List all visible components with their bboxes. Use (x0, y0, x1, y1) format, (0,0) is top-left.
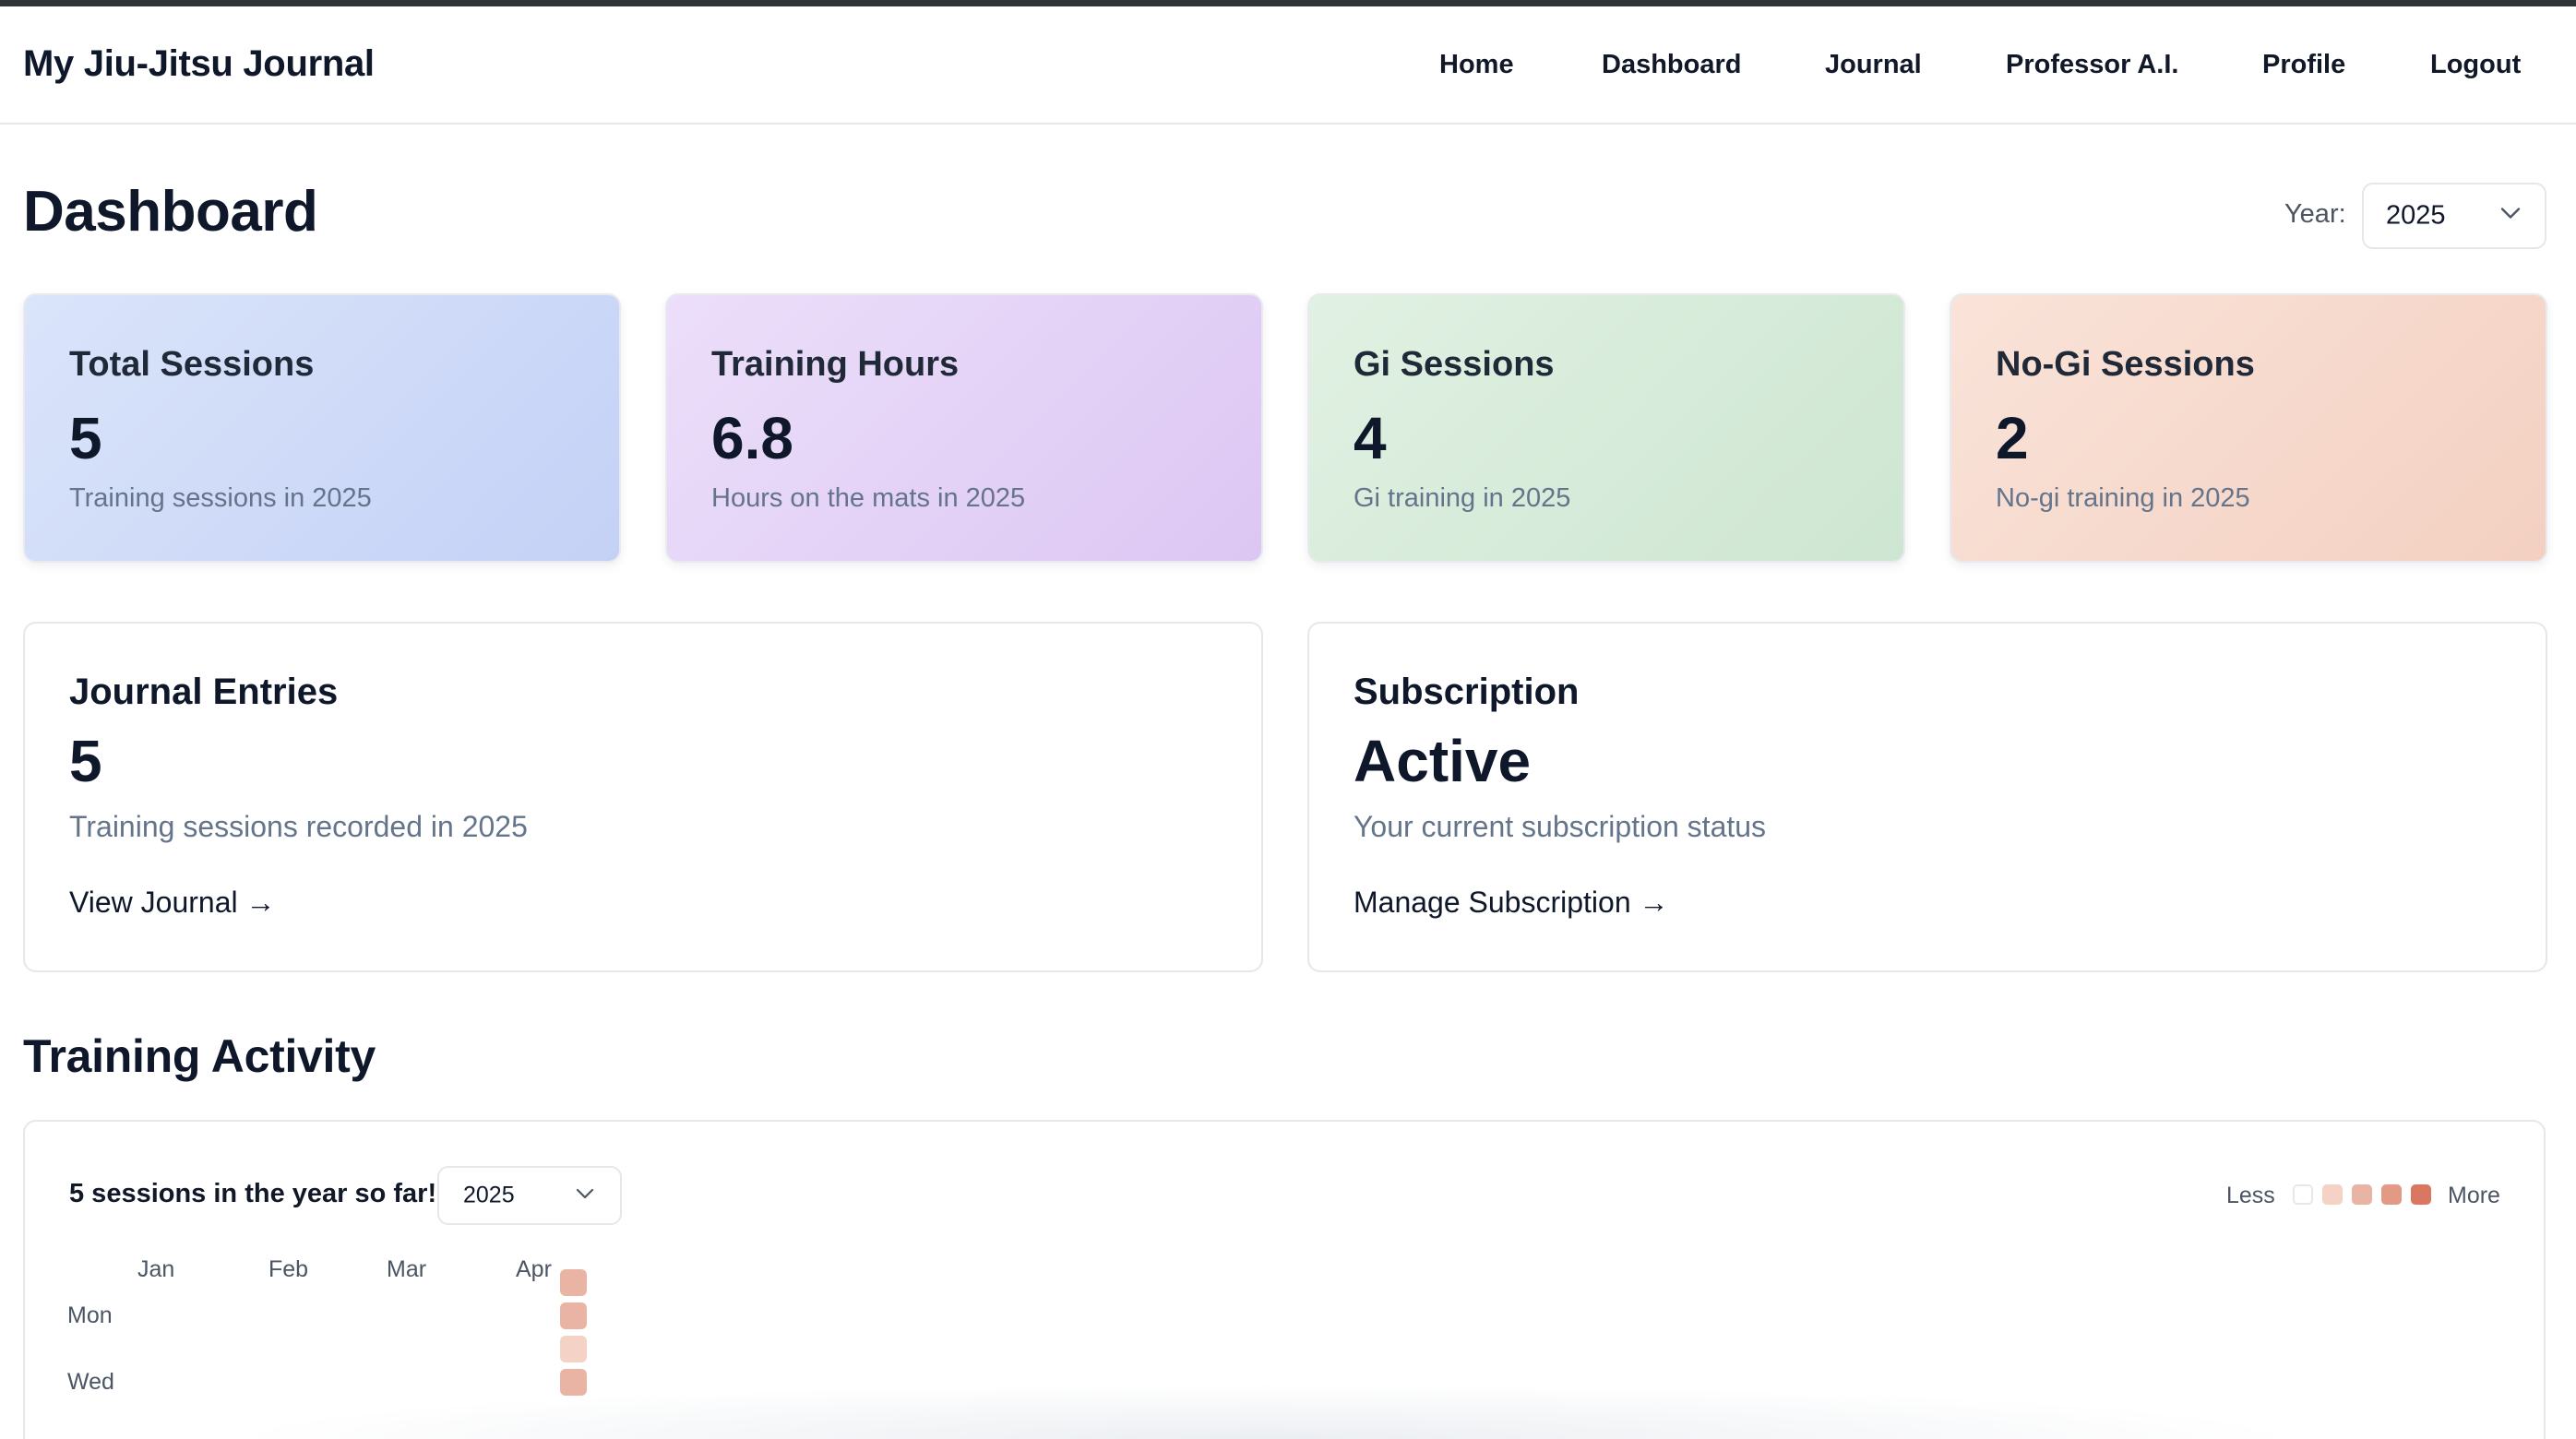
nav-dashboard[interactable]: Dashboard (1602, 50, 1741, 80)
activity-year-value: 2025 (463, 1182, 515, 1208)
legend-swatch-0 (2293, 1184, 2313, 1205)
chevron-down-icon (576, 1187, 594, 1204)
stat-subtitle: Training sessions in 2025 (69, 483, 372, 513)
nav-journal[interactable]: Journal (1825, 50, 1922, 80)
stat-card-gi-sessions: Gi Sessions 4 Gi training in 2025 (1307, 293, 1905, 563)
stat-card-training-hours: Training Hours 6.8 Hours on the mats in … (665, 293, 1263, 563)
card-subtitle: Training sessions recorded in 2025 (69, 810, 528, 843)
stat-subtitle: Hours on the mats in 2025 (711, 483, 1026, 513)
sessions-count-text: 5 sessions in the year so far! (69, 1179, 437, 1208)
stat-title: Total Sessions (69, 345, 315, 384)
view-journal-link[interactable]: View Journal → (69, 886, 276, 920)
stat-title: Training Hours (711, 345, 960, 384)
stat-subtitle: No-gi training in 2025 (1996, 483, 2250, 513)
legend-swatch-3 (2381, 1184, 2402, 1205)
heatmap-cell[interactable] (560, 1302, 587, 1329)
card-value: 5 (69, 728, 102, 794)
day-label-wed: Wed (67, 1369, 114, 1395)
heatmap-cell[interactable] (560, 1369, 587, 1396)
legend-less-label: Less (2226, 1183, 2275, 1208)
month-label-jan: Jan (137, 1256, 175, 1282)
stat-value: 4 (1354, 405, 1387, 471)
top-nav: My Jiu-Jitsu Journal Home Dashboard Jour… (0, 6, 2576, 125)
nav-professor-ai[interactable]: Professor A.I. (2006, 50, 2178, 80)
legend-swatch-4 (2411, 1184, 2431, 1205)
year-select[interactable]: 2025 (2362, 183, 2546, 249)
legend-more-label: More (2448, 1183, 2500, 1208)
month-label-mar: Mar (387, 1256, 427, 1282)
stat-value: 2 (1996, 405, 2029, 471)
card-value: Active (1354, 728, 1532, 794)
card-subtitle: Your current subscription status (1354, 810, 1767, 843)
month-label-apr: Apr (516, 1256, 552, 1282)
journal-entries-card: Journal Entries 5 Training sessions reco… (23, 622, 1263, 972)
year-select-value: 2025 (2386, 200, 2446, 231)
heatmap-cell[interactable] (560, 1269, 587, 1296)
stat-subtitle: Gi training in 2025 (1354, 483, 1571, 513)
top-edge-bar (0, 0, 2576, 6)
card-title: Subscription (1354, 672, 1580, 712)
stat-title: No-Gi Sessions (1996, 345, 2255, 384)
brand-title[interactable]: My Jiu-Jitsu Journal (23, 43, 375, 85)
day-label-mon: Mon (67, 1302, 113, 1328)
legend-swatch-2 (2352, 1184, 2372, 1205)
month-label-feb: Feb (268, 1256, 309, 1282)
stat-title: Gi Sessions (1354, 345, 1555, 384)
nav-profile[interactable]: Profile (2262, 50, 2345, 80)
heatmap-cell[interactable] (560, 1336, 587, 1362)
page-title: Dashboard (23, 180, 318, 244)
year-label: Year: (2284, 199, 2346, 229)
chevron-down-icon (2500, 208, 2521, 225)
stat-value: 5 (69, 405, 102, 471)
card-title: Journal Entries (69, 672, 339, 712)
stat-value: 6.8 (711, 405, 793, 471)
nav-home[interactable]: Home (1439, 50, 1514, 80)
stat-card-total-sessions: Total Sessions 5 Training sessions in 20… (23, 293, 621, 563)
stat-card-nogi-sessions: No-Gi Sessions 2 No-gi training in 2025 (1950, 293, 2547, 563)
nav-logout[interactable]: Logout (2430, 50, 2521, 80)
manage-subscription-link[interactable]: Manage Subscription → (1354, 886, 1669, 920)
subscription-card: Subscription Active Your current subscri… (1307, 622, 2547, 972)
training-activity-title: Training Activity (23, 1030, 376, 1082)
training-activity-card: 5 sessions in the year so far! 2025 Less… (23, 1120, 2546, 1439)
activity-year-select[interactable]: 2025 (437, 1166, 622, 1225)
legend-swatch-1 (2322, 1184, 2343, 1205)
